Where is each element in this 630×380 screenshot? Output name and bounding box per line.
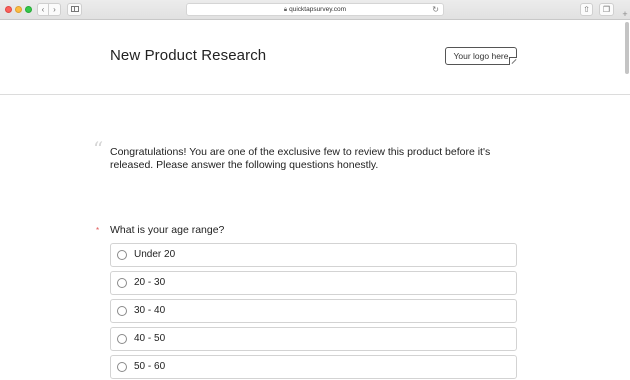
answer-option-label: Under 20 (134, 249, 176, 260)
radio-button[interactable] (117, 278, 127, 288)
share-icon: ⇧ (583, 5, 590, 14)
answer-option[interactable]: 40 - 50 (110, 327, 517, 351)
back-button[interactable]: ‹ (37, 3, 49, 16)
chevron-right-icon: › (53, 5, 56, 14)
radio-button[interactable] (117, 306, 127, 316)
quote-icon: “ (93, 137, 104, 161)
forward-button[interactable]: › (49, 3, 61, 16)
chevron-left-icon: ‹ (41, 5, 45, 14)
close-window-button[interactable] (5, 6, 12, 13)
question-label: What is your age range? (110, 224, 225, 236)
survey-page: New Product Research Your logo here “ Co… (0, 21, 630, 380)
answer-option-label: 20 - 30 (134, 277, 166, 288)
new-tab-button[interactable]: + (620, 8, 630, 20)
intro-text: Congratulations! You are one of the excl… (110, 146, 491, 171)
vertical-scrollbar[interactable] (625, 22, 629, 74)
tabs-icon: ❐ (602, 5, 611, 14)
minimize-window-button[interactable] (15, 6, 22, 13)
plus-icon: + (622, 9, 628, 19)
answer-option-label: 50 - 60 (134, 361, 166, 372)
show-sidebar-button[interactable] (67, 3, 82, 16)
resize-handle-icon (509, 57, 517, 65)
radio-button[interactable] (117, 362, 127, 372)
answer-option[interactable]: 20 - 30 (110, 271, 517, 295)
share-button[interactable]: ⇧ (580, 3, 593, 16)
radio-button[interactable] (117, 334, 127, 344)
survey-header: New Product Research Your logo here (0, 21, 630, 95)
radio-button[interactable] (117, 250, 127, 260)
zoom-window-button[interactable] (25, 6, 32, 13)
page-title: New Product Research (110, 47, 267, 64)
sidebar-icon (70, 6, 79, 12)
address-bar[interactable]: 🔒︎ quicktapsurvey.com ↻ (186, 3, 444, 16)
answer-option[interactable]: 50 - 60 (110, 355, 517, 379)
lock-icon: 🔒︎ (283, 7, 288, 13)
browser-toolbar: ‹ › 🔒︎ quicktapsurvey.com ↻ ⇧ ❐ (0, 0, 630, 20)
answer-option-label: 30 - 40 (134, 305, 166, 316)
logo-placeholder: Your logo here (445, 47, 517, 65)
reload-icon[interactable]: ↻ (432, 4, 439, 15)
show-tabs-button[interactable]: ❐ (599, 3, 614, 16)
browser-window: ‹ › 🔒︎ quicktapsurvey.com ↻ ⇧ ❐ + New Pro… (0, 0, 630, 380)
address-url: quicktapsurvey.com (289, 6, 347, 13)
required-icon: * (96, 226, 100, 235)
answer-option[interactable]: 30 - 40 (110, 299, 517, 323)
answer-option-label: 40 - 50 (134, 333, 166, 344)
logo-text: Your logo here (453, 51, 509, 61)
answer-option[interactable]: Under 20 (110, 243, 517, 267)
